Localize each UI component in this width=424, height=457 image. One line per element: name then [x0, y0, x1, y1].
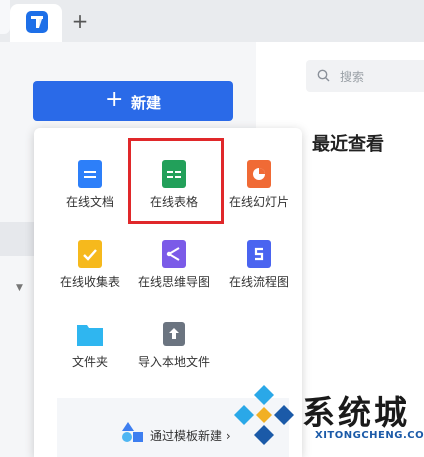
mindmap-icon [162, 240, 186, 268]
watermark-text: 系统城 [302, 393, 410, 432]
menu-item-online-doc[interactable]: 在线文档 [44, 160, 136, 210]
sidebar-selected-item[interactable] [0, 222, 34, 256]
slides-icon [247, 160, 271, 188]
new-button[interactable]: + 新建 [33, 81, 233, 121]
recent-heading: 最近查看 [312, 134, 384, 155]
search-input[interactable]: 搜索 [306, 60, 424, 92]
highlight-box [128, 138, 224, 224]
watermark-logo-icon [234, 385, 294, 445]
menu-item-online-form[interactable]: 在线收集表 [44, 240, 136, 290]
menu-item-import-local-file[interactable]: 导入本地文件 [128, 320, 220, 370]
menu-item-folder[interactable]: 文件夹 [44, 320, 136, 370]
previous-tab[interactable] [0, 0, 10, 34]
search-icon [317, 69, 330, 82]
menu-item-online-mindmap[interactable]: 在线思维导图 [128, 240, 220, 290]
template-shapes-icon [122, 422, 143, 442]
folder-icon [77, 325, 103, 346]
form-icon [78, 240, 102, 268]
tab-strip: + [0, 0, 424, 42]
new-tab-button[interactable]: + [70, 10, 90, 32]
upload-icon [163, 322, 185, 346]
doc-icon [78, 160, 102, 188]
expand-triangle-icon[interactable]: ▼ [16, 283, 23, 293]
plus-icon: + [105, 87, 124, 112]
menu-item-online-flowchart[interactable]: 在线流程图 [213, 240, 305, 290]
new-button-label: 新建 [131, 94, 162, 112]
search-placeholder: 搜索 [340, 70, 365, 84]
flowchart-icon [247, 240, 271, 268]
menu-item-online-slides[interactable]: 在线幻灯片 [213, 160, 305, 210]
watermark-url: XITONGCHENG.COM [315, 430, 424, 441]
app-logo-icon[interactable] [26, 11, 48, 33]
